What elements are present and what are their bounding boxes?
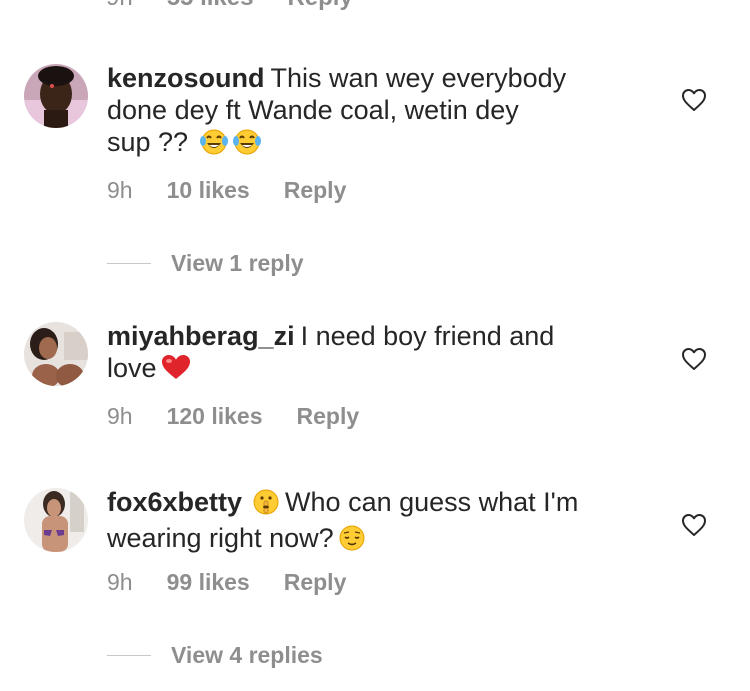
- previous-comment-meta: 9h 55 likes Reply: [106, 0, 353, 12]
- previous-comment-likes[interactable]: 55 likes: [167, 0, 254, 12]
- comment-text-line1: This wan wey everybody: [270, 63, 567, 93]
- avatar[interactable]: [24, 488, 88, 552]
- red-heart-icon: [160, 353, 192, 388]
- view-replies-label: View 4 replies: [171, 642, 323, 668]
- view-replies-button[interactable]: View 4 replies: [107, 642, 323, 669]
- relieved-face-icon: [337, 523, 367, 558]
- comment-text-line2: love: [107, 353, 157, 383]
- comment-likes[interactable]: 120 likes: [167, 403, 263, 430]
- replies-divider: [107, 655, 151, 656]
- reply-button[interactable]: Reply: [284, 177, 347, 204]
- comment-text: miyahberag_zi I need boy friend and love: [107, 320, 617, 388]
- reply-button[interactable]: Reply: [284, 569, 347, 596]
- comment-text: kenzosound This wan wey everybody done de…: [107, 62, 617, 162]
- comment-time: 9h: [107, 403, 133, 429]
- comment-text-line3: sup ??: [107, 127, 189, 157]
- comment-likes[interactable]: 10 likes: [167, 177, 250, 204]
- comment-text-line1: I need boy friend and: [300, 321, 555, 351]
- view-replies-label: View 1 reply: [171, 250, 304, 276]
- comment-username[interactable]: kenzosound: [107, 63, 265, 93]
- comment-username[interactable]: miyahberag_zi: [107, 321, 295, 351]
- view-replies-button[interactable]: View 1 reply: [107, 250, 304, 277]
- face-with-tears-of-joy-icon: [199, 127, 229, 162]
- comment-likes[interactable]: 99 likes: [167, 569, 250, 596]
- face-with-tears-of-joy-icon: [232, 127, 262, 162]
- comment-username[interactable]: fox6xbetty: [107, 487, 242, 517]
- comment-text-line2: wearing right now?: [107, 523, 334, 553]
- previous-comment-time: 9h: [106, 0, 133, 12]
- comment-text: fox6xbetty Who can guess what I'm wearin…: [107, 486, 617, 558]
- comment-meta: 9h 10 likes Reply: [107, 177, 346, 204]
- replies-divider: [107, 263, 151, 264]
- shushing-face-icon: [251, 487, 281, 522]
- comment-text-line2: done dey ft Wande coal, wetin dey: [107, 95, 519, 125]
- comment-time: 9h: [107, 569, 133, 595]
- avatar[interactable]: [24, 322, 88, 386]
- heart-outline-icon[interactable]: [681, 347, 707, 371]
- heart-outline-icon[interactable]: [681, 513, 707, 537]
- heart-outline-icon[interactable]: [681, 88, 707, 112]
- comment-text-line1: Who can guess what I'm: [285, 487, 579, 517]
- comment-time: 9h: [107, 177, 133, 203]
- reply-button[interactable]: Reply: [297, 403, 360, 430]
- avatar[interactable]: [24, 64, 88, 128]
- comment-meta: 9h 120 likes Reply: [107, 403, 359, 430]
- previous-comment-reply-button[interactable]: Reply: [287, 0, 352, 12]
- comment-meta: 9h 99 likes Reply: [107, 569, 346, 596]
